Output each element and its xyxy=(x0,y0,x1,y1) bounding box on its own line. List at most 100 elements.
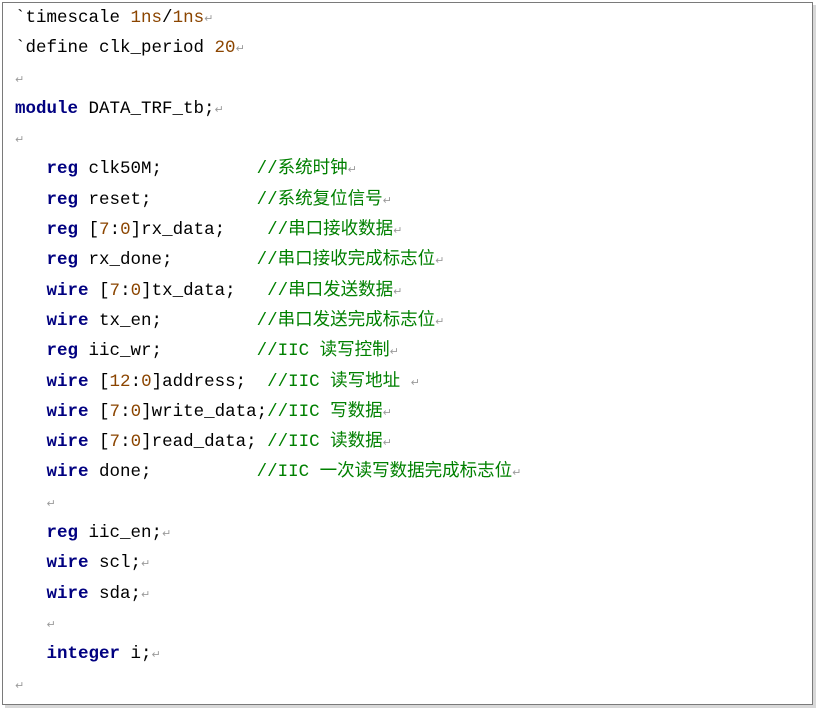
code-line: wire scl;↵ xyxy=(15,548,521,578)
code-text: clk50M; xyxy=(78,159,257,180)
code-text: [ xyxy=(78,220,100,241)
code-text: rx_done; xyxy=(78,250,257,271)
code-listing: `timescale 1ns/1ns↵ `define clk_period 20… xyxy=(15,3,521,700)
code-line: wire [7:0]read_data; //IIC 读数据↵ xyxy=(15,427,521,457)
code-line: wire tx_en; //串口发送完成标志位↵ xyxy=(15,306,521,336)
paragraph-mark-icon: ↵ xyxy=(204,12,214,25)
keyword: reg xyxy=(46,220,79,241)
keyword: reg xyxy=(46,250,79,271)
code-text: DATA_TRF_tb; xyxy=(78,98,215,119)
paragraph-mark-icon: ↵ xyxy=(393,284,403,298)
code-text: : xyxy=(130,371,142,392)
code-text: done; xyxy=(88,462,257,483)
keyword: reg xyxy=(46,523,79,544)
comment: //IIC 读数据 xyxy=(267,432,383,453)
keyword: wire xyxy=(46,553,89,574)
paragraph-mark-icon: ↵ xyxy=(435,254,445,268)
number-literal: 20 xyxy=(214,38,236,59)
paragraph-mark-icon: ↵ xyxy=(46,496,56,510)
code-frame: `timescale 1ns/1ns↵ `define clk_period 20… xyxy=(2,2,813,705)
code-text: [ xyxy=(88,432,110,453)
code-text: iic_en; xyxy=(78,523,163,544)
paragraph-mark-icon: ↵ xyxy=(46,617,56,631)
code-line: ↵ xyxy=(15,609,521,639)
code-line: reg [7:0]rx_data; //串口接收数据↵ xyxy=(15,215,521,245)
comment: //串口接收数据 xyxy=(267,220,394,241)
code-text: i; xyxy=(120,644,152,665)
paragraph-mark-icon: ↵ xyxy=(141,557,151,571)
paragraph-mark-icon: ↵ xyxy=(162,527,172,541)
keyword: wire xyxy=(46,310,89,331)
comment: //系统时钟 xyxy=(256,159,348,180)
comment: //IIC 一次读写数据完成标志位 xyxy=(256,462,513,483)
paragraph-mark-icon: ↵ xyxy=(214,102,224,116)
keyword: wire xyxy=(46,432,89,453)
directive: `define clk_period xyxy=(15,38,215,59)
code-line: ↵ xyxy=(15,64,521,94)
code-line: reg iic_wr; //IIC 读写控制↵ xyxy=(15,336,521,366)
keyword: reg xyxy=(46,189,79,210)
code-line: wire [12:0]address; //IIC 读写地址 ↵ xyxy=(15,367,521,397)
code-line: reg clk50M; //系统时钟↵ xyxy=(15,154,521,184)
keyword: reg xyxy=(46,159,79,180)
keyword: integer xyxy=(46,644,121,665)
code-text: [ xyxy=(88,401,110,422)
paragraph-mark-icon: ↵ xyxy=(435,314,445,328)
number-literal: 7 xyxy=(99,220,110,241)
keyword: wire xyxy=(46,371,89,392)
comment: //系统复位信号 xyxy=(256,189,383,210)
paragraph-mark-icon: ↵ xyxy=(141,587,151,601)
code-text: ]tx_data; xyxy=(141,280,268,301)
keyword: wire xyxy=(46,583,89,604)
code-line: `timescale 1ns/1ns↵ xyxy=(15,3,521,33)
code-line: wire [7:0]tx_data; //串口发送数据↵ xyxy=(15,276,521,306)
comment: //IIC 读写地址 xyxy=(267,371,411,392)
code-line: ↵ xyxy=(15,124,521,154)
number-literal: 0 xyxy=(130,401,142,422)
code-line: wire [7:0]write_data;//IIC 写数据↵ xyxy=(15,397,521,427)
code-line: `define clk_period 20↵ xyxy=(15,33,521,63)
code-line: integer i;↵ xyxy=(15,639,521,669)
paragraph-mark-icon: ↵ xyxy=(15,133,25,147)
code-text: ]write_data; xyxy=(141,401,268,422)
code-line: ↵ xyxy=(15,670,521,700)
paragraph-mark-icon: ↵ xyxy=(382,193,392,207)
paragraph-mark-icon: ↵ xyxy=(235,42,245,56)
number-literal: 1ns xyxy=(172,8,205,28)
code-line: ↵ xyxy=(15,488,521,518)
number-literal: 0 xyxy=(141,371,152,392)
number-literal: 7 xyxy=(109,432,121,453)
paragraph-mark-icon: ↵ xyxy=(389,345,399,359)
code-line: wire done; //IIC 一次读写数据完成标志位↵ xyxy=(15,457,522,487)
code-text: ]rx_data; xyxy=(130,220,268,241)
comment: //IIC 读写控制 xyxy=(256,341,390,362)
code-text: sda; xyxy=(88,583,142,604)
keyword: wire xyxy=(46,280,89,301)
paragraph-mark-icon: ↵ xyxy=(151,648,161,662)
comment: //串口接收完成标志位 xyxy=(256,250,436,271)
code-text: : xyxy=(109,220,121,241)
code-line: module DATA_TRF_tb;↵ xyxy=(15,94,521,124)
paragraph-mark-icon: ↵ xyxy=(15,678,25,692)
code-text: : xyxy=(120,401,131,422)
code-text: scl; xyxy=(88,553,142,574)
code-text: : xyxy=(120,432,131,453)
paragraph-mark-icon: ↵ xyxy=(15,72,25,86)
code-line: wire sda;↵ xyxy=(15,579,521,609)
keyword: reg xyxy=(46,341,79,362)
paragraph-mark-icon: ↵ xyxy=(410,375,420,389)
number-literal: 7 xyxy=(109,401,121,422)
